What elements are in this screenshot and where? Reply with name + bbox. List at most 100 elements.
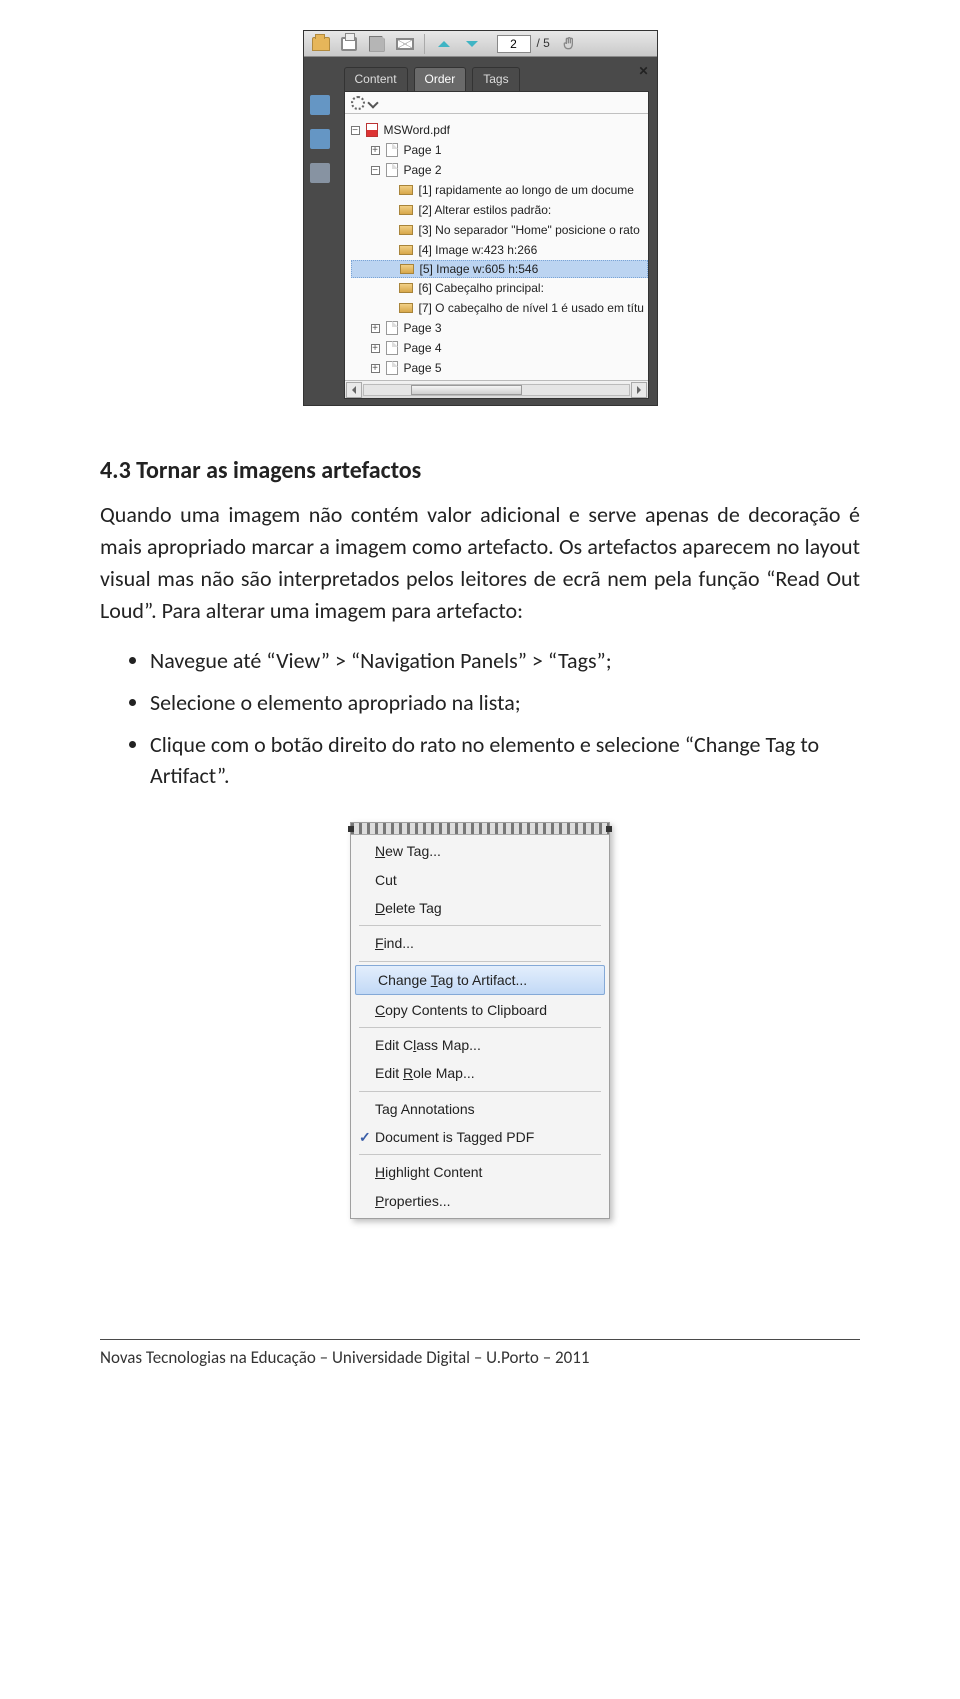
content-box-icon bbox=[399, 205, 413, 215]
menu-edit-role-map[interactable]: Edit Role Map... bbox=[353, 1059, 607, 1087]
page-icon bbox=[386, 163, 398, 177]
horizontal-scrollbar[interactable] bbox=[345, 380, 648, 398]
tree-label: Page 5 bbox=[404, 360, 442, 377]
collapse-icon[interactable]: − bbox=[371, 166, 380, 175]
menu-find[interactable]: Find... bbox=[353, 929, 607, 957]
tree-order-item[interactable]: [7] O cabeçalho de nível 1 é usado em tí… bbox=[351, 298, 648, 318]
acrobat-side-icons bbox=[310, 95, 330, 183]
menu-document-is-tagged[interactable]: Document is Tagged PDF bbox=[353, 1123, 607, 1151]
menu-new-tag[interactable]: New Tag... bbox=[353, 837, 607, 865]
list-item: Navegue até “View” > “Navigation Panels”… bbox=[150, 645, 860, 677]
tree-label: MSWord.pdf bbox=[384, 122, 450, 139]
tree-order-item[interactable]: [3] No separador "Home" posicione o rato bbox=[351, 220, 648, 240]
collapse-icon[interactable]: − bbox=[351, 126, 360, 135]
page-icon bbox=[386, 143, 398, 157]
footer-text: Novas Tecnologias na Educação – Universi… bbox=[100, 1346, 860, 1371]
tab-content[interactable]: Content bbox=[344, 67, 408, 91]
list-item: Clique com o botão direito do rato no el… bbox=[150, 729, 860, 793]
context-menu-header bbox=[351, 823, 609, 835]
tree-order-item[interactable]: [2] Alterar estilos padrão: bbox=[351, 200, 648, 220]
chevron-down-icon[interactable] bbox=[367, 97, 378, 108]
page-icon bbox=[386, 361, 398, 375]
tags-context-menu: New Tag... Cut Delete Tag Find... Change… bbox=[350, 822, 610, 1219]
order-tree: − MSWord.pdf + Page 1 − Page 2 bbox=[345, 114, 648, 380]
menu-edit-class-map[interactable]: Edit Class Map... bbox=[353, 1031, 607, 1059]
content-box-icon bbox=[399, 283, 413, 293]
menu-highlight-content[interactable]: Highlight Content bbox=[353, 1158, 607, 1186]
tree-order-item[interactable]: [1] rapidamente ao longo de um docume bbox=[351, 180, 648, 200]
menu-delete-tag[interactable]: Delete Tag bbox=[353, 894, 607, 922]
pages-panel-icon[interactable] bbox=[310, 95, 330, 115]
tree-page-5[interactable]: + Page 5 bbox=[351, 358, 648, 378]
tree-label: [5] Image w:605 h:546 bbox=[420, 261, 539, 278]
tree-page-3[interactable]: + Page 3 bbox=[351, 318, 648, 338]
tree-page-4[interactable]: + Page 4 bbox=[351, 338, 648, 358]
acrobat-order-panel: / 5 ✕ Content Order Tags − bbox=[303, 30, 658, 406]
page-number-input[interactable] bbox=[497, 35, 531, 53]
tree-label: Page 2 bbox=[404, 162, 442, 179]
save-icon[interactable] bbox=[368, 35, 386, 53]
content-box-icon bbox=[399, 303, 413, 313]
tree-label: [1] rapidamente ao longo de um docume bbox=[419, 182, 634, 199]
tree-label: Page 4 bbox=[404, 340, 442, 357]
content-box-icon bbox=[399, 185, 413, 195]
section-heading: 4.3 Tornar as imagens artefactos bbox=[100, 454, 860, 489]
toolbar-separator bbox=[424, 34, 425, 54]
menu-separator bbox=[359, 1091, 601, 1092]
email-icon[interactable] bbox=[396, 35, 414, 53]
tab-order[interactable]: Order bbox=[414, 67, 467, 91]
tree-label: [6] Cabeçalho principal: bbox=[419, 280, 544, 297]
menu-change-tag-to-artifact[interactable]: Change Tag to Artifact... bbox=[355, 965, 605, 995]
tab-tags[interactable]: Tags bbox=[472, 67, 519, 91]
expand-icon[interactable]: + bbox=[371, 364, 380, 373]
menu-separator bbox=[359, 925, 601, 926]
menu-separator bbox=[359, 1154, 601, 1155]
acrobat-toolbar: / 5 bbox=[304, 31, 657, 57]
tree-label: [2] Alterar estilos padrão: bbox=[419, 202, 552, 219]
page-down-icon[interactable] bbox=[463, 35, 481, 53]
tree-label: Page 1 bbox=[404, 142, 442, 159]
menu-separator bbox=[359, 961, 601, 962]
panel-tabs: Content Order Tags bbox=[304, 57, 657, 91]
tree-label: [7] O cabeçalho de nível 1 é usado em tí… bbox=[419, 300, 644, 317]
page-icon bbox=[386, 341, 398, 355]
hand-tool-icon[interactable] bbox=[560, 35, 578, 53]
scroll-left-button[interactable] bbox=[346, 382, 362, 398]
tree-label: [3] No separador "Home" posicione o rato bbox=[419, 222, 640, 239]
signatures-panel-icon[interactable] bbox=[310, 163, 330, 183]
gear-icon[interactable] bbox=[351, 96, 365, 110]
footer-rule bbox=[100, 1339, 860, 1340]
order-panel-body: − MSWord.pdf + Page 1 − Page 2 bbox=[344, 91, 649, 399]
expand-icon[interactable]: + bbox=[371, 324, 380, 333]
open-folder-icon[interactable] bbox=[312, 35, 330, 53]
menu-properties[interactable]: Properties... bbox=[353, 1187, 607, 1215]
page-icon bbox=[386, 321, 398, 335]
scroll-track[interactable] bbox=[363, 384, 630, 396]
expand-icon[interactable]: + bbox=[371, 344, 380, 353]
page-up-icon[interactable] bbox=[435, 35, 453, 53]
tree-label: [4] Image w:423 h:266 bbox=[419, 242, 538, 259]
list-item: Selecione o elemento apropriado na lista… bbox=[150, 687, 860, 719]
scroll-thumb[interactable] bbox=[411, 385, 522, 395]
expand-icon[interactable]: + bbox=[371, 146, 380, 155]
close-icon[interactable]: ✕ bbox=[638, 63, 648, 80]
tree-page-2[interactable]: − Page 2 bbox=[351, 160, 648, 180]
tree-root[interactable]: − MSWord.pdf bbox=[351, 120, 648, 140]
panel-options-bar bbox=[345, 92, 648, 114]
step-list: Navegue até “View” > “Navigation Panels”… bbox=[100, 645, 860, 793]
bookmarks-panel-icon[interactable] bbox=[310, 129, 330, 149]
tree-page-1[interactable]: + Page 1 bbox=[351, 140, 648, 160]
tree-order-item-selected[interactable]: [5] Image w:605 h:546 bbox=[351, 260, 648, 278]
tree-order-item[interactable]: [4] Image w:423 h:266 bbox=[351, 240, 648, 260]
page-total-label: / 5 bbox=[537, 35, 550, 52]
body-paragraph: Quando uma imagem não contém valor adici… bbox=[100, 499, 860, 627]
scroll-right-button[interactable] bbox=[631, 382, 647, 398]
tree-label: Page 3 bbox=[404, 320, 442, 337]
menu-copy-contents[interactable]: Copy Contents to Clipboard bbox=[353, 996, 607, 1024]
tree-order-item[interactable]: [6] Cabeçalho principal: bbox=[351, 278, 648, 298]
menu-tag-annotations[interactable]: Tag Annotations bbox=[353, 1095, 607, 1123]
content-box-icon bbox=[399, 225, 413, 235]
menu-cut[interactable]: Cut bbox=[353, 866, 607, 894]
print-icon[interactable] bbox=[340, 35, 358, 53]
pdf-file-icon bbox=[366, 123, 378, 137]
